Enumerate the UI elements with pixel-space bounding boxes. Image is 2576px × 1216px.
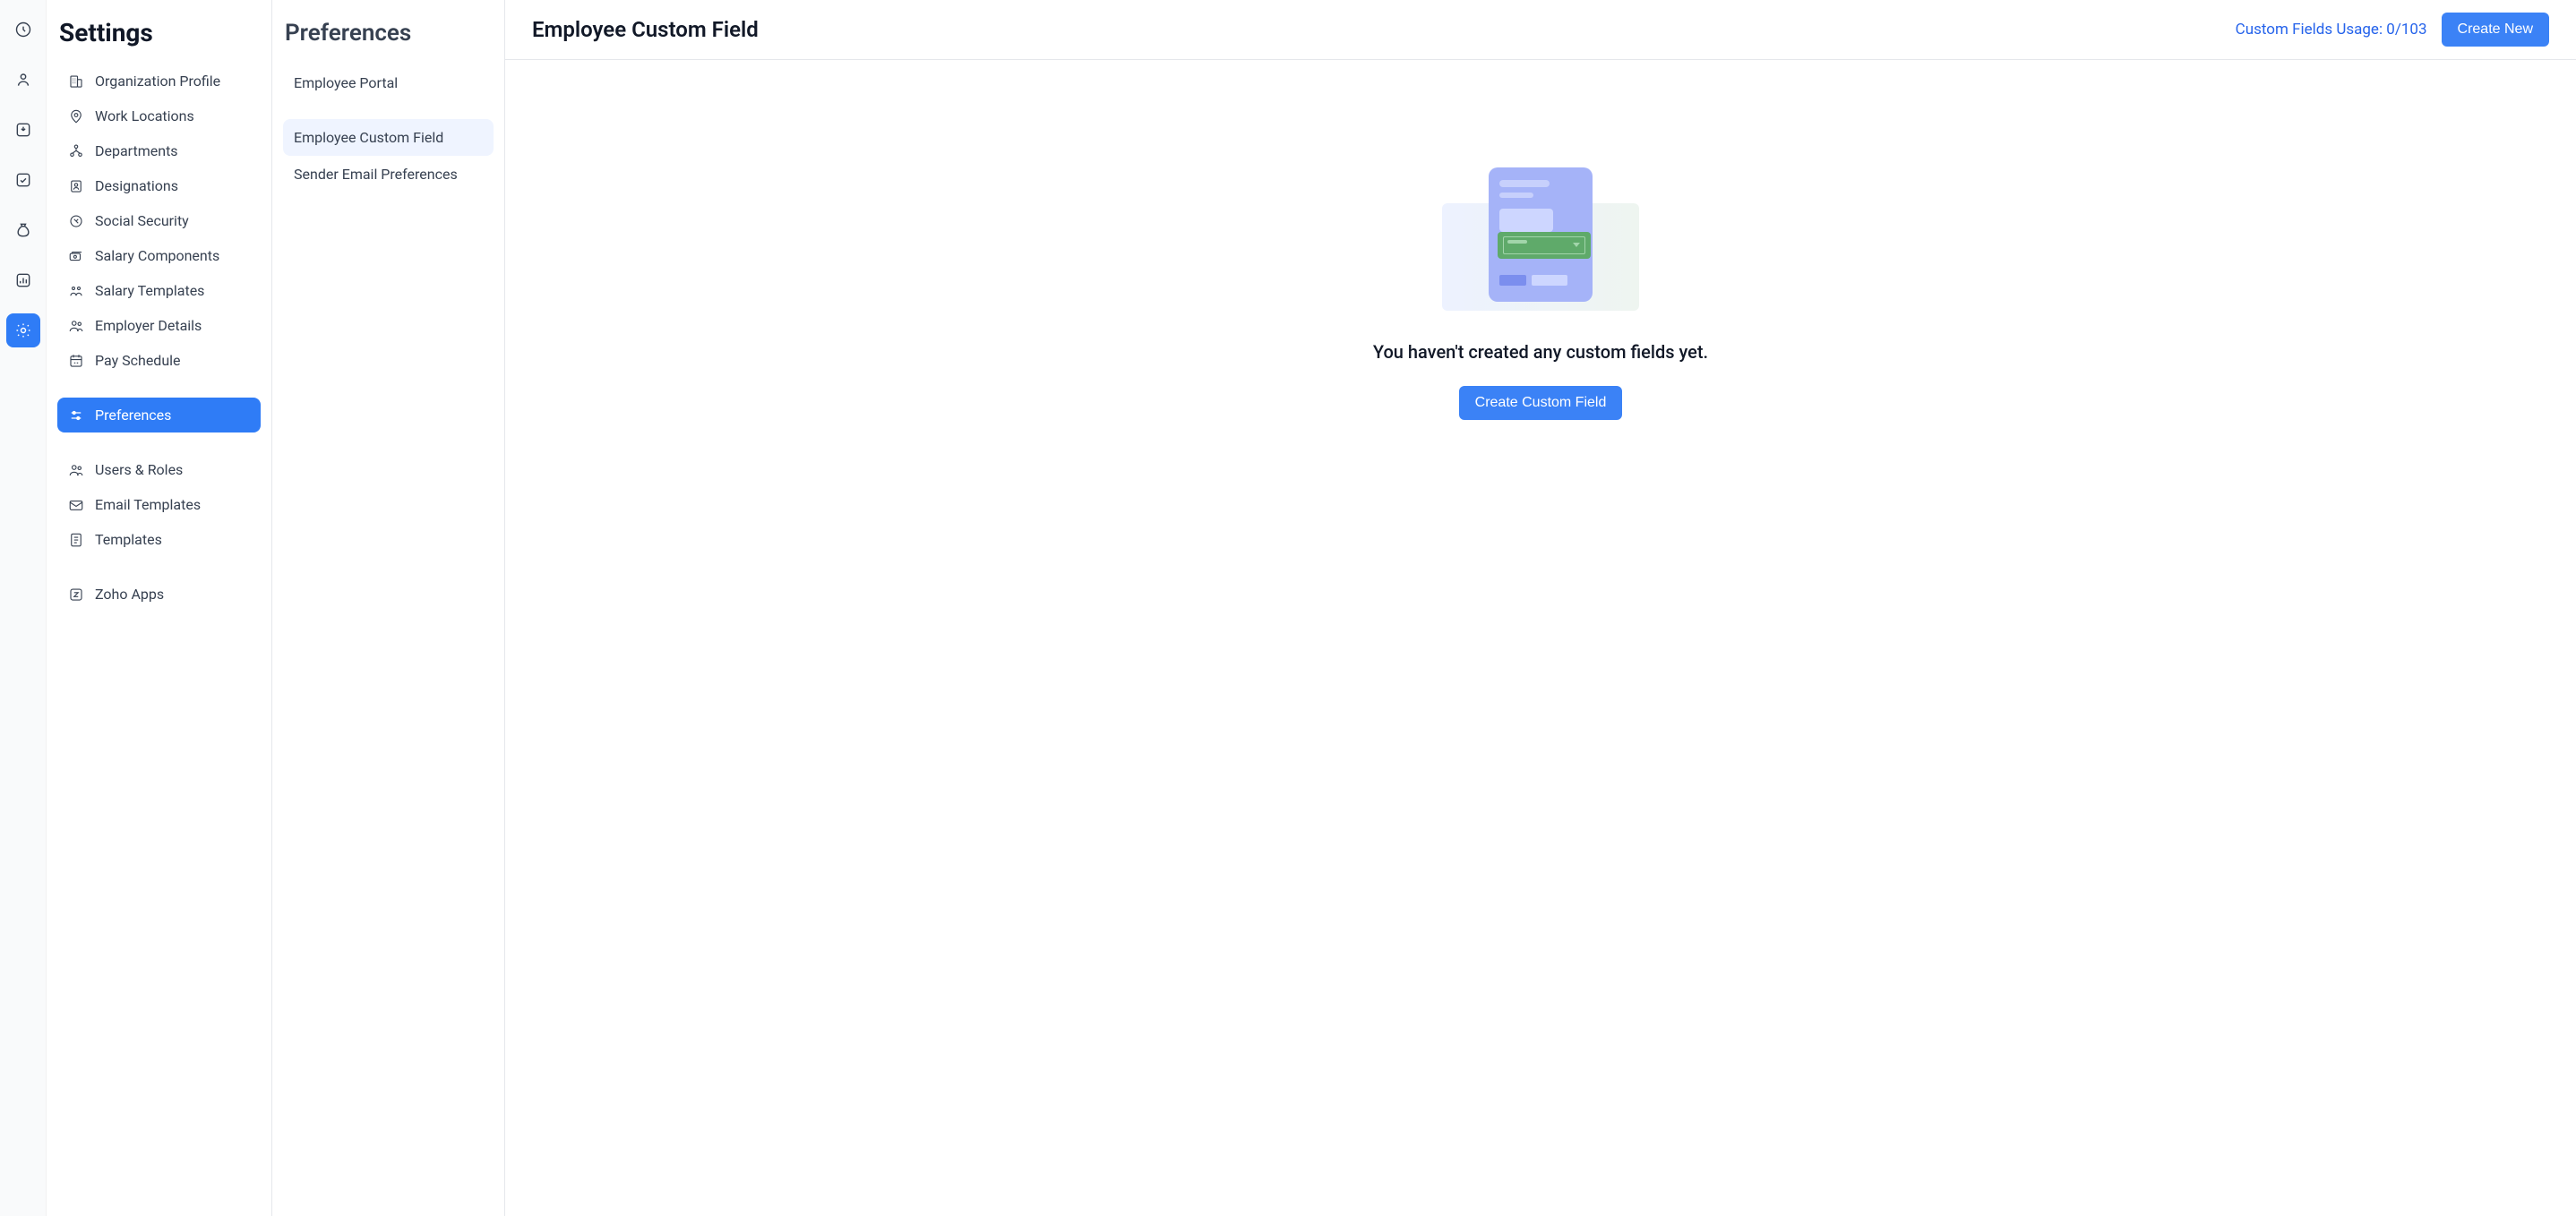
settings-item-users-roles[interactable]: Users & Roles: [57, 452, 261, 487]
settings-item-templates[interactable]: Templates: [57, 522, 261, 557]
settings-item-label: Preferences: [95, 407, 171, 424]
rail-import[interactable]: [6, 113, 40, 147]
settings-item-work-locations[interactable]: Work Locations: [57, 98, 261, 133]
settings-item-label: Users & Roles: [95, 461, 183, 478]
settings-item-label: Salary Templates: [95, 282, 204, 299]
settings-item-label: Salary Components: [95, 247, 219, 264]
main-body: You haven't created any custom fields ye…: [505, 60, 2576, 1216]
settings-item-social-security[interactable]: Social Security: [57, 203, 261, 238]
preferences-sidebar: Preferences Employee Portal Employee Cus…: [272, 0, 505, 1216]
prefs-item-label: Sender Email Preferences: [294, 166, 458, 183]
empty-state-text: You haven't created any custom fields ye…: [1373, 341, 1708, 363]
shield-icon: [68, 213, 84, 229]
bar-chart-icon: [14, 271, 32, 289]
custom-fields-usage-link[interactable]: Custom Fields Usage: 0/103: [2236, 21, 2427, 39]
icon-rail: [0, 0, 47, 1216]
import-icon: [14, 121, 32, 139]
settings-item-label: Work Locations: [95, 107, 194, 124]
prefs-item-sender-email-preferences[interactable]: Sender Email Preferences: [283, 156, 494, 193]
preferences-title: Preferences: [283, 14, 494, 64]
rail-reports[interactable]: [6, 263, 40, 297]
rail-payroll[interactable]: [6, 213, 40, 247]
check-square-icon: [14, 171, 32, 189]
money-bag-icon: [14, 221, 32, 239]
rail-settings[interactable]: [6, 313, 40, 347]
settings-item-label: Designations: [95, 177, 178, 194]
settings-item-label: Templates: [95, 531, 162, 548]
z-icon: [68, 587, 84, 603]
cash-star-icon: [68, 283, 84, 299]
settings-item-label: Organization Profile: [95, 73, 220, 90]
create-new-button[interactable]: Create New: [2442, 13, 2549, 47]
cash-icon: [68, 248, 84, 264]
settings-item-zoho-apps[interactable]: Zoho Apps: [57, 577, 261, 612]
settings-item-label: Email Templates: [95, 496, 201, 513]
location-icon: [68, 108, 84, 124]
rail-dashboard[interactable]: [6, 13, 40, 47]
settings-item-designations[interactable]: Designations: [57, 168, 261, 203]
settings-item-email-templates[interactable]: Email Templates: [57, 487, 261, 522]
settings-item-label: Pay Schedule: [95, 352, 181, 369]
settings-title: Settings: [57, 14, 261, 64]
main-header: Employee Custom Field Custom Fields Usag…: [505, 0, 2576, 60]
settings-item-employer-details[interactable]: Employer Details: [57, 308, 261, 343]
settings-item-label: Social Security: [95, 212, 189, 229]
settings-item-salary-templates[interactable]: Salary Templates: [57, 273, 261, 308]
settings-sidebar: Settings Organization Profile Work Locat…: [47, 0, 272, 1216]
building-icon: [68, 73, 84, 90]
settings-item-organization-profile[interactable]: Organization Profile: [57, 64, 261, 98]
calendar-icon: [68, 353, 84, 369]
settings-item-preferences[interactable]: Preferences: [57, 398, 261, 432]
person-icon: [14, 71, 32, 89]
main-content: Employee Custom Field Custom Fields Usag…: [505, 0, 2576, 1216]
prefs-item-label: Employee Portal: [294, 74, 398, 91]
sliders-icon: [68, 407, 84, 424]
create-custom-field-button[interactable]: Create Custom Field: [1459, 386, 1623, 420]
settings-item-departments[interactable]: Departments: [57, 133, 261, 168]
mail-icon: [68, 497, 84, 513]
people-icon: [68, 318, 84, 334]
file-icon: [68, 532, 84, 548]
tree-icon: [68, 143, 84, 159]
settings-item-label: Employer Details: [95, 317, 202, 334]
clock-icon: [14, 21, 32, 39]
prefs-item-employee-custom-field[interactable]: Employee Custom Field: [283, 119, 494, 156]
empty-state-illustration: [1442, 167, 1639, 311]
prefs-item-employee-portal[interactable]: Employee Portal: [283, 64, 494, 101]
rail-people[interactable]: [6, 63, 40, 97]
settings-item-label: Departments: [95, 142, 178, 159]
prefs-item-label: Employee Custom Field: [294, 129, 443, 146]
gear-icon: [14, 321, 32, 339]
settings-item-salary-components[interactable]: Salary Components: [57, 238, 261, 273]
page-title: Employee Custom Field: [532, 17, 759, 42]
badge-icon: [68, 178, 84, 194]
rail-approvals[interactable]: [6, 163, 40, 197]
people-icon: [68, 462, 84, 478]
settings-item-pay-schedule[interactable]: Pay Schedule: [57, 343, 261, 378]
settings-item-label: Zoho Apps: [95, 586, 164, 603]
